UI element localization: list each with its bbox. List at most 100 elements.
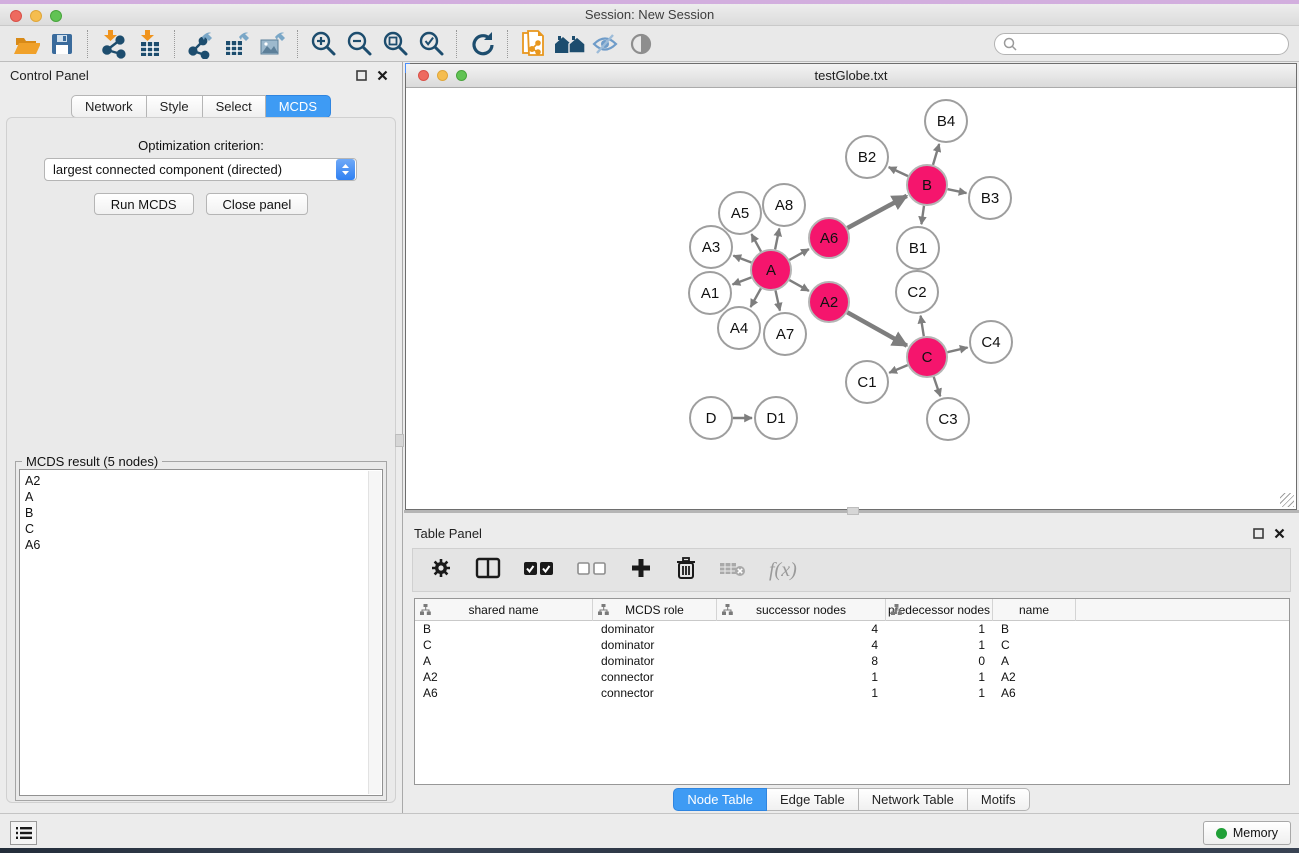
result-item[interactable]: A2 <box>25 473 382 489</box>
network-canvas[interactable]: B4B2BB3B1A5A8A6A3AA1A4A7A2C2CC4C1C3DD1 <box>406 89 1296 509</box>
cell-shared-name[interactable]: A2 <box>415 670 593 684</box>
hide-eye-icon[interactable] <box>589 29 621 59</box>
cell-shared-name[interactable]: B <box>415 622 593 636</box>
minimize-view-icon[interactable] <box>437 70 448 81</box>
checked-boxes-icon[interactable] <box>523 558 555 583</box>
node-B[interactable]: B <box>907 165 947 205</box>
cell-name[interactable]: A <box>993 654 1076 668</box>
tab-network-table[interactable]: Network Table <box>859 788 968 811</box>
column-header-shared-name[interactable]: shared name <box>415 599 593 621</box>
edge-A-A2[interactable] <box>789 280 809 291</box>
tab-select[interactable]: Select <box>203 95 266 118</box>
network-file-icon[interactable] <box>517 29 549 59</box>
edge-C-C3[interactable] <box>934 377 941 396</box>
node-B3[interactable]: B3 <box>969 177 1011 219</box>
cell-MCDS-role[interactable]: dominator <box>593 622 717 636</box>
mcds-result-list[interactable]: A2ABCA6 <box>19 469 383 796</box>
node-D1[interactable]: D1 <box>755 397 797 439</box>
result-item[interactable]: C <box>25 521 382 537</box>
result-scrollbar[interactable] <box>368 471 381 794</box>
zoom-fit-icon[interactable] <box>379 29 411 59</box>
cell-name[interactable]: A6 <box>993 686 1076 700</box>
node-C[interactable]: C <box>907 337 947 377</box>
cell-predecessor-nodes[interactable]: 1 <box>886 622 993 636</box>
node-B4[interactable]: B4 <box>925 100 967 142</box>
node-A6[interactable]: A6 <box>809 218 849 258</box>
vertical-splitter-handle[interactable] <box>395 434 404 447</box>
cell-successor-nodes[interactable]: 8 <box>717 654 886 668</box>
node-B1[interactable]: B1 <box>897 227 939 269</box>
run-mcds-button[interactable]: Run MCDS <box>94 193 194 215</box>
float-table-panel-icon[interactable] <box>1253 528 1264 539</box>
cell-predecessor-nodes[interactable]: 1 <box>886 670 993 684</box>
cell-name[interactable]: B <box>993 622 1076 636</box>
close-panel-icon[interactable] <box>377 70 388 81</box>
cell-shared-name[interactable]: A <box>415 654 593 668</box>
zoom-selected-icon[interactable] <box>415 29 447 59</box>
table-row[interactable]: Cdominator41C <box>415 637 1289 653</box>
close-view-icon[interactable] <box>418 70 429 81</box>
edge-B-B1[interactable] <box>921 206 924 224</box>
node-A5[interactable]: A5 <box>719 192 761 234</box>
column-header-name[interactable]: name <box>993 599 1076 621</box>
cell-MCDS-role[interactable]: connector <box>593 670 717 684</box>
close-window-icon[interactable] <box>10 10 22 22</box>
memory-button[interactable]: Memory <box>1203 821 1291 845</box>
node-A4[interactable]: A4 <box>718 307 760 349</box>
maximize-window-icon[interactable] <box>50 10 62 22</box>
save-session-icon[interactable] <box>46 29 78 59</box>
open-file-icon[interactable] <box>10 29 42 59</box>
home-icon[interactable] <box>553 29 585 59</box>
edge-A-A5[interactable] <box>752 234 762 252</box>
node-A1[interactable]: A1 <box>689 272 731 314</box>
gear-icon[interactable] <box>429 556 453 585</box>
zoom-out-icon[interactable] <box>343 29 375 59</box>
node-C3[interactable]: C3 <box>927 398 969 440</box>
cell-MCDS-role[interactable]: dominator <box>593 638 717 652</box>
node-A2[interactable]: A2 <box>809 282 849 322</box>
add-icon[interactable] <box>629 556 653 585</box>
float-panel-icon[interactable] <box>356 70 367 81</box>
node-A8[interactable]: A8 <box>763 184 805 226</box>
cell-successor-nodes[interactable]: 4 <box>717 638 886 652</box>
cell-shared-name[interactable]: A6 <box>415 686 593 700</box>
tab-edge-table[interactable]: Edge Table <box>767 788 859 811</box>
network-graph[interactable]: B4B2BB3B1A5A8A6A3AA1A4A7A2C2CC4C1C3DD1 <box>406 89 1296 510</box>
search-input[interactable] <box>1022 37 1280 51</box>
edge-A-A6[interactable] <box>789 249 809 260</box>
show-eye-icon[interactable] <box>625 29 657 59</box>
edge-A-A1[interactable] <box>733 277 752 284</box>
column-header-predecessor-nodes[interactable]: predecessor nodes <box>886 599 993 621</box>
tab-mcds[interactable]: MCDS <box>266 95 331 118</box>
cell-predecessor-nodes[interactable]: 1 <box>886 638 993 652</box>
export-table-icon[interactable] <box>220 29 252 59</box>
cell-predecessor-nodes[interactable]: 0 <box>886 654 993 668</box>
export-image-icon[interactable] <box>256 29 288 59</box>
edge-A-A4[interactable] <box>751 288 761 307</box>
table-row[interactable]: Bdominator41B <box>415 621 1289 637</box>
edge-B-B3[interactable] <box>948 189 967 193</box>
node-D[interactable]: D <box>690 397 732 439</box>
node-table[interactable]: shared nameMCDS rolesuccessor nodesprede… <box>414 598 1290 785</box>
cell-successor-nodes[interactable]: 1 <box>717 686 886 700</box>
column-header-successor-nodes[interactable]: successor nodes <box>717 599 886 621</box>
table-row[interactable]: A2connector11A2 <box>415 669 1289 685</box>
edge-A-A7[interactable] <box>776 291 780 311</box>
close-table-panel-icon[interactable] <box>1274 528 1285 539</box>
cell-MCDS-role[interactable]: dominator <box>593 654 717 668</box>
zoom-in-icon[interactable] <box>307 29 339 59</box>
edge-A-A8[interactable] <box>775 229 779 250</box>
cell-shared-name[interactable]: C <box>415 638 593 652</box>
node-C1[interactable]: C1 <box>846 361 888 403</box>
cell-name[interactable]: C <box>993 638 1076 652</box>
export-network-icon[interactable] <box>184 29 216 59</box>
node-A[interactable]: A <box>751 250 791 290</box>
horizontal-splitter-handle[interactable] <box>847 507 859 515</box>
edge-C-C2[interactable] <box>921 316 924 337</box>
table-row[interactable]: A6connector11A6 <box>415 685 1289 701</box>
unchecked-boxes-icon[interactable] <box>577 559 607 582</box>
trash-icon[interactable] <box>675 556 697 585</box>
edge-A2-C[interactable] <box>847 312 907 345</box>
search-field[interactable] <box>994 33 1289 55</box>
edge-A6-B[interactable] <box>848 196 907 228</box>
